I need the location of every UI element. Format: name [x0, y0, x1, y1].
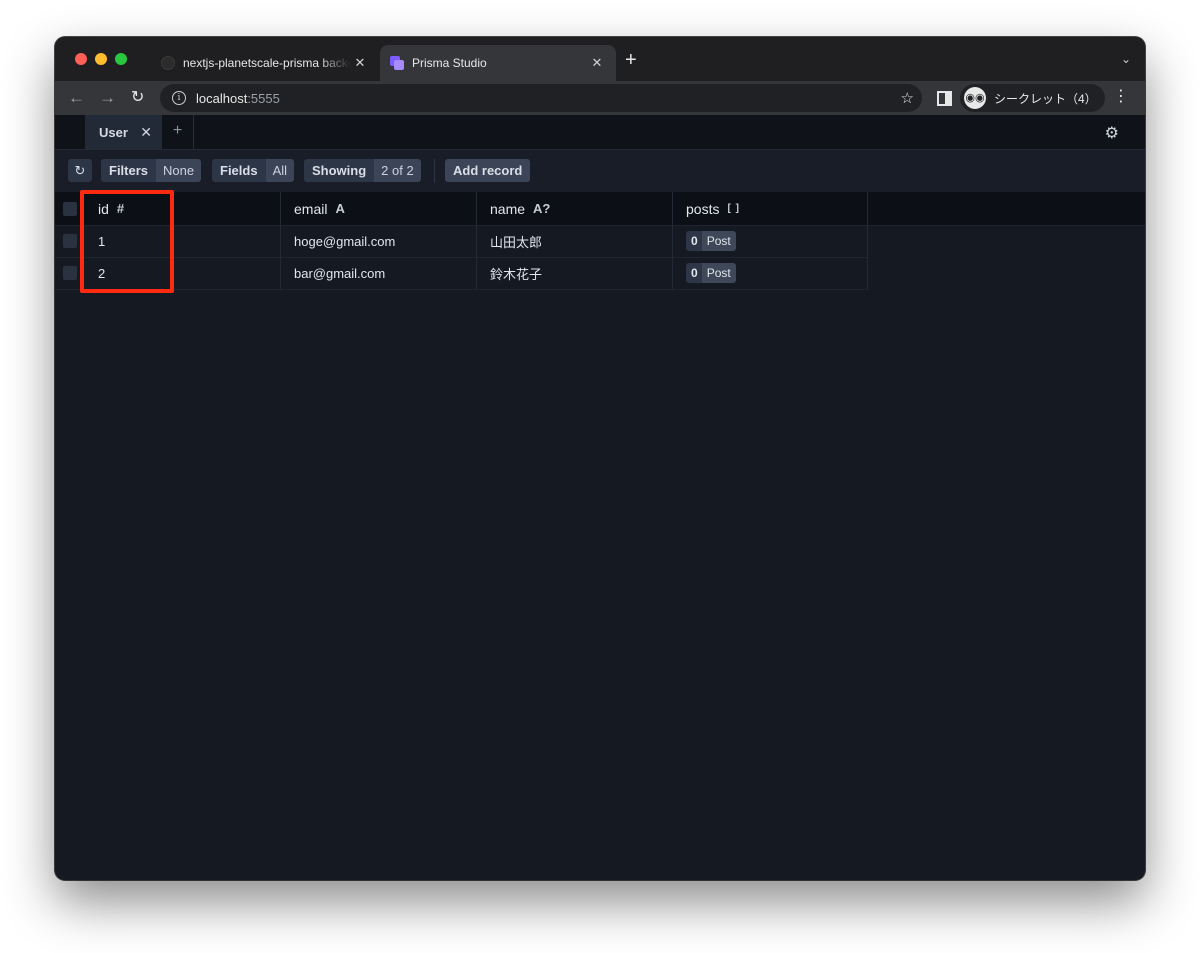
- tab-search-icon[interactable]: ⌄: [1121, 52, 1131, 66]
- string-type-icon: A: [335, 201, 345, 216]
- table-row: 1 hoge@gmail.com 山田太郎 0 Post: [55, 225, 868, 258]
- add-record-label: Add record: [445, 159, 531, 182]
- fields-button[interactable]: Fields All: [212, 159, 295, 182]
- browser-tab-github[interactable]: nextjs-planetscale-prisma backend ✕: [151, 45, 379, 81]
- select-all-checkbox[interactable]: [63, 201, 77, 216]
- studio-action-bar: ↻ Filters None Fields All Showing 2 of 2…: [55, 150, 1145, 193]
- row-checkbox[interactable]: [63, 234, 77, 248]
- column-name: name: [490, 200, 526, 217]
- column-header-name[interactable]: name A?: [477, 192, 673, 225]
- forward-arrow-icon[interactable]: →: [99, 88, 116, 108]
- optional-string-type-icon: A?: [533, 201, 551, 216]
- refresh-button[interactable]: ↻: [68, 159, 92, 182]
- tab-title: nextjs-planetscale-prisma backend: [183, 56, 351, 70]
- column-name: posts: [686, 200, 720, 217]
- model-tab-user[interactable]: User ✕: [85, 115, 162, 149]
- refresh-icon: ↻: [68, 159, 92, 182]
- list-type-icon: [ ]: [727, 203, 740, 214]
- studio-model-tabs: User ✕ + ⚙: [55, 115, 1145, 150]
- cell-posts[interactable]: 0 Post: [673, 257, 868, 289]
- maximize-window-button[interactable]: [115, 53, 127, 65]
- posts-model: Post: [701, 231, 736, 251]
- side-panel-icon[interactable]: [937, 91, 952, 106]
- incognito-label: シークレット（4）: [994, 91, 1097, 106]
- posts-model: Post: [701, 263, 736, 283]
- cell-name[interactable]: 鈴木花子: [477, 257, 673, 289]
- column-header-email[interactable]: email A: [281, 192, 477, 225]
- add-model-tab-button[interactable]: +: [162, 115, 194, 149]
- browser-menu-icon[interactable]: ⋮: [1113, 88, 1129, 106]
- close-tab-icon[interactable]: ✕: [351, 55, 369, 71]
- posts-relation-badge[interactable]: 0 Post: [686, 263, 736, 283]
- showing-value: 2 of 2: [374, 159, 421, 182]
- incognito-profile-button[interactable]: ◉◉ シークレット（4）: [960, 84, 1105, 112]
- browser-toolbar: ← → ↻ i localhost :5555 ☆ ◉◉ シークレット（4） ⋮: [55, 81, 1145, 115]
- close-window-button[interactable]: [75, 53, 87, 65]
- showing-label: Showing: [304, 159, 375, 182]
- filters-label: Filters: [101, 159, 157, 182]
- reload-icon[interactable]: ↻: [131, 88, 144, 108]
- posts-relation-badge[interactable]: 0 Post: [686, 231, 736, 251]
- filters-value: None: [156, 159, 202, 182]
- showing-button[interactable]: Showing 2 of 2: [304, 159, 421, 182]
- column-header-posts[interactable]: posts [ ]: [673, 192, 868, 225]
- posts-count: 0: [686, 231, 702, 251]
- tab-strip: nextjs-planetscale-prisma backend ✕ Pris…: [55, 37, 1145, 81]
- info-icon[interactable]: i: [172, 91, 186, 105]
- annotation-highlight-box: [80, 190, 174, 293]
- bookmark-star-icon[interactable]: ☆: [901, 89, 914, 107]
- add-record-button[interactable]: Add record: [445, 159, 531, 182]
- cell-email[interactable]: hoge@gmail.com: [281, 225, 477, 257]
- cell-name[interactable]: 山田太郎: [477, 225, 673, 257]
- close-tab-icon[interactable]: ✕: [588, 55, 606, 71]
- github-icon: [161, 56, 175, 70]
- tab-title: Prisma Studio: [412, 56, 487, 70]
- row-checkbox[interactable]: [63, 266, 77, 280]
- gear-icon[interactable]: ⚙: [1105, 123, 1119, 143]
- browser-tab-prisma-studio[interactable]: Prisma Studio ✕: [380, 45, 616, 81]
- incognito-icon: ◉◉: [964, 87, 986, 109]
- model-tab-label: User: [99, 124, 128, 140]
- back-arrow-icon[interactable]: ←: [68, 88, 85, 108]
- table-row: 2 bar@gmail.com 鈴木花子 0 Post: [55, 257, 868, 290]
- toolbar-divider: [434, 159, 435, 183]
- browser-window: nextjs-planetscale-prisma backend ✕ Pris…: [55, 37, 1145, 880]
- filters-button[interactable]: Filters None: [101, 159, 202, 182]
- fields-label: Fields: [212, 159, 266, 182]
- url-host: localhost: [196, 90, 248, 106]
- cell-email[interactable]: bar@gmail.com: [281, 257, 477, 289]
- new-tab-button[interactable]: +: [625, 50, 637, 70]
- grid-header: id # email A name A? posts [ ]: [55, 192, 1145, 226]
- url-port: :5555: [247, 90, 280, 106]
- address-bar[interactable]: i localhost :5555 ☆: [160, 84, 922, 112]
- cell-posts[interactable]: 0 Post: [673, 225, 868, 257]
- fields-value: All: [265, 159, 295, 182]
- minimize-window-button[interactable]: [95, 53, 107, 65]
- close-icon[interactable]: ✕: [140, 124, 152, 141]
- column-name: email: [294, 200, 328, 217]
- posts-count: 0: [686, 263, 702, 283]
- prisma-icon: [390, 56, 404, 70]
